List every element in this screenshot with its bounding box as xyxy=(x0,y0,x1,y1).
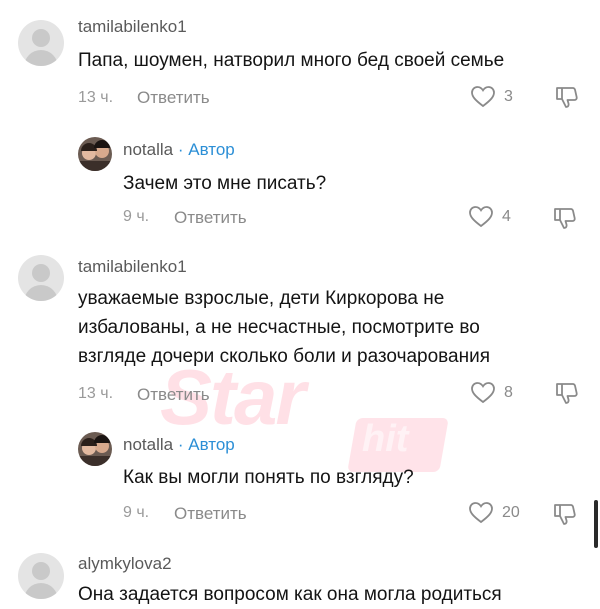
author-tag: · Автор xyxy=(177,140,235,159)
reply-button[interactable]: Ответить xyxy=(174,208,247,228)
avatar[interactable] xyxy=(18,553,64,599)
avatar-photo-hair xyxy=(94,140,110,148)
reply-button[interactable]: Ответить xyxy=(137,88,210,108)
like-count: 4 xyxy=(502,208,511,225)
avatar[interactable] xyxy=(78,432,112,466)
avatar-placeholder-body xyxy=(24,50,58,66)
comment-text-line: уважаемые взрослые, дети Киркорова не xyxy=(78,288,445,309)
dislike-button[interactable] xyxy=(554,84,580,115)
reply-item: notalla · Автор Как вы могли понять по в… xyxy=(0,420,600,545)
comment-time: 13 ч. xyxy=(78,89,114,106)
comment-username[interactable]: tamilabilenko1 xyxy=(78,257,187,277)
comment-item: tamilabilenko1 уважаемые взрослые, дети … xyxy=(0,245,600,425)
like-button[interactable]: 4 xyxy=(468,205,511,229)
comment-username[interactable]: notalla · Автор xyxy=(123,140,235,160)
avatar-placeholder-head xyxy=(32,264,50,282)
avatar-placeholder-body xyxy=(24,583,58,599)
comment-username[interactable]: tamilabilenko1 xyxy=(78,17,187,37)
avatar-photo-shoulders xyxy=(78,456,112,466)
comment-text-line: избалованы, а не несчастные, посмотрите … xyxy=(78,317,480,338)
avatar-placeholder-head xyxy=(32,562,50,580)
comment-time: 9 ч. xyxy=(123,208,150,225)
author-tag: · Автор xyxy=(177,435,235,454)
scrollbar[interactable] xyxy=(594,500,598,548)
comment-text: Папа, шоумен, натворил много бед своей с… xyxy=(78,50,505,71)
reply-button[interactable]: Ответить xyxy=(137,385,210,405)
like-count: 3 xyxy=(504,88,513,105)
comment-item: tamilabilenko1 Папа, шоумен, натворил мн… xyxy=(0,0,600,120)
reply-button[interactable]: Ответить xyxy=(174,504,247,524)
heart-outline-icon xyxy=(471,86,495,108)
comment-time: 9 ч. xyxy=(123,504,150,521)
username-text: notalla xyxy=(123,140,174,159)
thumbs-down-icon xyxy=(554,504,576,525)
comment-text-line: взгляде дочери сколько боли и разочарова… xyxy=(78,346,491,367)
avatar-photo-hair xyxy=(94,435,110,443)
comment-username[interactable]: alymkylova2 xyxy=(78,554,172,574)
dislike-button[interactable] xyxy=(552,205,578,236)
comment-text: Как вы могли понять по взгляду? xyxy=(123,467,414,488)
dislike-button[interactable] xyxy=(554,380,580,411)
thumbs-down-icon xyxy=(556,87,578,108)
dislike-button[interactable] xyxy=(552,501,578,532)
avatar[interactable] xyxy=(18,255,64,301)
avatar-placeholder-head xyxy=(32,29,50,47)
like-count: 20 xyxy=(502,504,520,521)
comment-username[interactable]: notalla · Автор xyxy=(123,435,235,455)
like-button[interactable]: 8 xyxy=(470,381,513,405)
comment-item: alymkylova2 Она задается вопросом как он… xyxy=(0,545,600,605)
thumbs-down-icon xyxy=(554,208,576,229)
comment-time: 13 ч. xyxy=(78,385,114,402)
reply-item: notalla · Автор Зачем это мне писать? 9 … xyxy=(0,125,600,245)
like-button[interactable]: 3 xyxy=(470,85,513,109)
like-button[interactable]: 20 xyxy=(468,501,520,525)
avatar-photo-shoulders xyxy=(78,161,112,171)
comment-text: Зачем это мне писать? xyxy=(123,173,327,194)
avatar[interactable] xyxy=(78,137,112,171)
comment-text: Она задается вопросом как она могла роди… xyxy=(78,584,502,605)
like-count: 8 xyxy=(504,384,513,401)
thumbs-down-icon xyxy=(556,383,578,404)
heart-outline-icon xyxy=(471,382,495,404)
avatar[interactable] xyxy=(18,20,64,66)
username-text: notalla xyxy=(123,435,174,454)
avatar-placeholder-body xyxy=(24,285,58,301)
heart-outline-icon xyxy=(469,502,493,524)
heart-outline-icon xyxy=(469,206,493,228)
